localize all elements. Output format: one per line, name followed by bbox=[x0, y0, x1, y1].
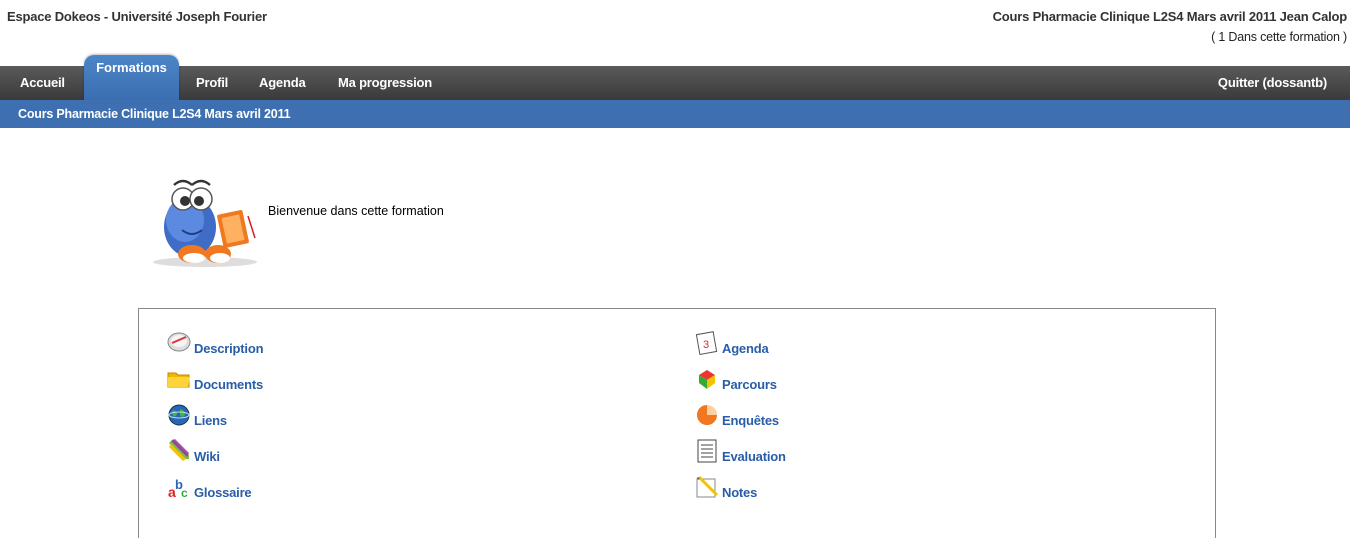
course-count: ( 1 Dans cette formation ) bbox=[1211, 30, 1347, 44]
tool-label: Documents bbox=[194, 377, 263, 392]
logout-link[interactable]: Quitter (dossantb) bbox=[1218, 66, 1327, 100]
survey-icon bbox=[697, 405, 717, 425]
nav-ma-progression[interactable]: Ma progression bbox=[338, 66, 432, 100]
mascot-reading-icon bbox=[153, 179, 257, 267]
nav-accueil[interactable]: Accueil bbox=[20, 66, 65, 100]
description-icon bbox=[167, 332, 191, 352]
calendar-icon: 3 bbox=[695, 331, 718, 355]
top-header: Espace Dokeos - Université Joseph Fourie… bbox=[0, 0, 1350, 66]
svg-text:c: c bbox=[181, 486, 188, 499]
breadcrumb[interactable]: Cours Pharmacie Clinique L2S4 Mars avril… bbox=[18, 100, 291, 128]
notes-icon bbox=[696, 475, 719, 498]
svg-text:3: 3 bbox=[703, 339, 709, 351]
tool-label: Evaluation bbox=[722, 449, 786, 464]
breadcrumb-bar: Cours Pharmacie Clinique L2S4 Mars avril… bbox=[0, 100, 1350, 128]
nav-formations[interactable]: Formations bbox=[84, 55, 179, 100]
tool-label: Enquêtes bbox=[722, 413, 779, 428]
site-name: Espace Dokeos - Université Joseph Fourie… bbox=[7, 9, 267, 24]
welcome-message: Bienvenue dans cette formation bbox=[268, 204, 444, 218]
tool-label: Agenda bbox=[722, 341, 769, 356]
folder-icon bbox=[167, 372, 190, 388]
learning-path-icon bbox=[699, 370, 715, 389]
nav-agenda[interactable]: Agenda bbox=[259, 66, 306, 100]
tools-panel: Description Documents Liens Wiki a b c G… bbox=[138, 308, 1216, 538]
tool-label: Glossaire bbox=[194, 485, 252, 500]
tool-label: Notes bbox=[722, 485, 758, 500]
main-nav: Accueil Formations Profil Agenda Ma prog… bbox=[0, 55, 1350, 100]
globe-icon bbox=[168, 404, 190, 426]
tool-label: Liens bbox=[194, 413, 227, 428]
course-info: Cours Pharmacie Clinique L2S4 Mars avril… bbox=[993, 9, 1348, 44]
glossary-icon: a b c bbox=[168, 477, 188, 499]
nav-profil[interactable]: Profil bbox=[196, 66, 228, 100]
evaluation-icon bbox=[697, 439, 717, 463]
tool-label: Parcours bbox=[722, 377, 777, 392]
pencils-icon bbox=[169, 439, 189, 461]
tool-label: Description bbox=[194, 341, 264, 356]
tool-label: Wiki bbox=[194, 449, 220, 464]
course-title[interactable]: Cours Pharmacie Clinique L2S4 Mars avril… bbox=[993, 9, 1348, 24]
